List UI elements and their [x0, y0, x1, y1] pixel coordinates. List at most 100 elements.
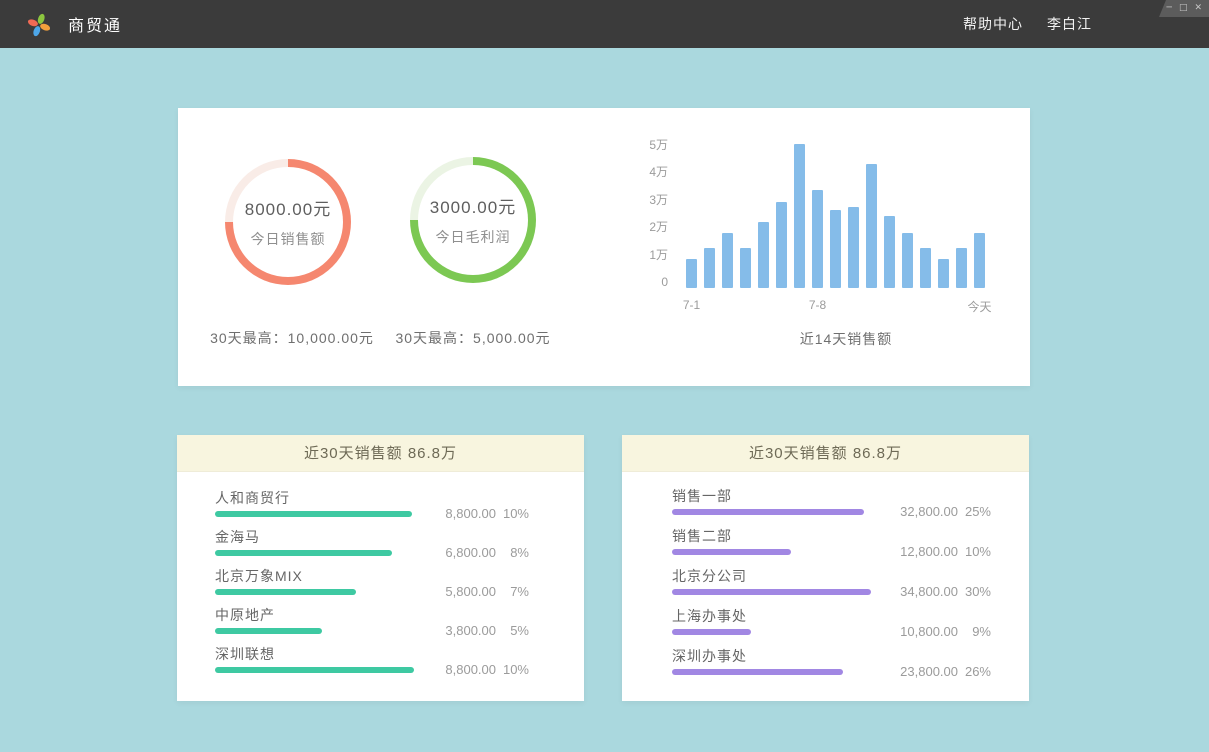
rank-item-bar [672, 629, 751, 635]
rank-item-bar [672, 669, 843, 675]
department-rank-card: 近30天销售额 86.8万 销售一部32,800.0025% 销售二部12,800… [622, 435, 1029, 701]
rank-item-bar [672, 549, 791, 555]
rank-row: 上海办事处10,800.009% [672, 607, 991, 635]
rank-item-values: 8,800.0010% [426, 662, 529, 677]
daily-sales-bar [902, 233, 913, 288]
rank-item-bar [672, 589, 871, 595]
department-rank-list: 销售一部32,800.0025% 销售二部12,800.0010% 北京分公司34,… [622, 472, 1029, 675]
rank-item-values: 3,800.005% [426, 623, 529, 638]
help-center-link[interactable]: 帮助中心 [963, 14, 1023, 34]
rank-item-bar [672, 509, 864, 515]
rank-row: 销售一部32,800.0025% [672, 487, 991, 515]
today-sales-gauge-center: 8000.00元 今日销售额 [233, 167, 343, 277]
titlebar-nav: 帮助中心 李白江 [963, 0, 1092, 48]
bar-series [686, 144, 986, 288]
rank-item-amount: 8,800.00 [426, 662, 496, 677]
rank-item-values: 23,800.0026% [888, 664, 991, 679]
daily-sales-bar [920, 248, 931, 288]
x-axis-tick-label: 7-1 [683, 298, 700, 312]
rank-row: 深圳联想8,800.0010% [215, 645, 529, 673]
daily-sales-bar [812, 190, 823, 288]
rank-item-values: 12,800.0010% [888, 544, 991, 559]
rank-item-bar [215, 667, 414, 673]
x-axis-tick-label: 7-8 [809, 298, 826, 312]
rank-item-bar [215, 628, 322, 634]
rank-item-amount: 34,800.00 [888, 584, 958, 599]
window-controls: ─ □ ✕ [1155, 0, 1209, 17]
rank-item-values: 32,800.0025% [888, 504, 991, 519]
user-name-menu[interactable]: 李白江 [1047, 14, 1092, 34]
rank-item-values: 34,800.0030% [888, 584, 991, 599]
today-profit-gauge-ring: 3000.00元 今日毛利润 [410, 157, 536, 283]
daily-sales-bar [776, 202, 787, 288]
today-sales-gauge-ring: 8000.00元 今日销售额 [225, 159, 351, 285]
daily-sales-bar [758, 222, 769, 288]
daily-sales-bar [794, 144, 805, 288]
rank-item-amount: 32,800.00 [888, 504, 958, 519]
daily-sales-bar [938, 259, 949, 288]
rank-item-amount: 3,800.00 [426, 623, 496, 638]
customer-rank-card: 近30天销售额 86.8万 人和商贸行8,800.0010% 金海马6,800.0… [177, 435, 584, 701]
rank-item-values: 8,800.0010% [426, 506, 529, 521]
app-logo-pinwheel-icon [26, 11, 52, 37]
rank-item-amount: 23,800.00 [888, 664, 958, 679]
brand: 商贸通 [26, 11, 122, 37]
y-axis-tick-label: 5万 [618, 137, 668, 153]
daily-sales-bar [956, 248, 967, 288]
today-profit-gauge-center: 3000.00元 今日毛利润 [418, 165, 528, 275]
y-axis-tick-label: 4万 [618, 164, 668, 180]
today-profit-label: 今日毛利润 [436, 227, 511, 247]
rank-row: 销售二部12,800.0010% [672, 527, 991, 555]
customer-rank-title: 近30天销售额 86.8万 [177, 435, 584, 472]
rank-row: 中原地产3,800.005% [215, 606, 529, 634]
rank-item-percent: 9% [958, 624, 991, 639]
rank-item-amount: 10,800.00 [888, 624, 958, 639]
rank-item-values: 5,800.007% [426, 584, 529, 599]
y-axis-tick-label: 0 [618, 274, 668, 290]
rank-row: 金海马6,800.008% [215, 528, 529, 556]
daily-sales-bar [830, 210, 841, 288]
department-rank-title: 近30天销售额 86.8万 [622, 435, 1029, 472]
today-profit-value: 3000.00元 [430, 193, 516, 218]
rank-row: 深圳办事处23,800.0026% [672, 647, 991, 675]
rank-item-percent: 7% [496, 584, 529, 599]
rank-row: 北京分公司34,800.0030% [672, 567, 991, 595]
y-axis-tick-label: 3万 [618, 192, 668, 208]
close-button[interactable]: ✕ [1194, 4, 1202, 13]
daily-sales-bar [722, 233, 733, 288]
today-sales-label: 今日销售额 [251, 229, 326, 249]
rank-item-percent: 26% [958, 664, 991, 679]
rank-item-percent: 10% [496, 506, 529, 521]
daily-sales-bar [686, 259, 697, 288]
rank-row: 人和商贸行8,800.0010% [215, 489, 529, 517]
daily-sales-bar [974, 233, 985, 288]
overview-card: 8000.00元 今日销售额 30天最高：10,000.00元 3000.00元… [178, 108, 1030, 386]
rank-item-amount: 8,800.00 [426, 506, 496, 521]
x-axis-tick-label: 今天 [967, 298, 991, 315]
app-title: 商贸通 [68, 12, 122, 36]
profit-30d-high-note: 30天最高：5,000.00元 [395, 328, 550, 348]
rank-item-bar [215, 511, 412, 517]
minimize-button[interactable]: ─ [1167, 4, 1172, 13]
daily-sales-bar [740, 248, 751, 288]
rank-item-values: 6,800.008% [426, 545, 529, 560]
daily-sales-bar [848, 207, 859, 288]
maximize-button[interactable]: □ [1179, 4, 1188, 13]
rank-item-percent: 10% [958, 544, 991, 559]
rank-item-percent: 5% [496, 623, 529, 638]
titlebar: 商贸通 帮助中心 李白江 ─ □ ✕ [0, 0, 1209, 48]
daily-sales-bar [704, 248, 715, 288]
daily-sales-bar [884, 216, 895, 288]
rank-item-percent: 10% [496, 662, 529, 677]
customer-rank-list: 人和商贸行8,800.0010% 金海马6,800.008% 北京万象MIX5,80… [177, 472, 584, 673]
rank-row: 北京万象MIX5,800.007% [215, 567, 529, 595]
y-axis-tick-label: 2万 [618, 219, 668, 235]
rank-item-percent: 8% [496, 545, 529, 560]
rank-item-percent: 25% [958, 504, 991, 519]
today-sales-value: 8000.00元 [245, 195, 331, 220]
bar-chart-caption: 近14天销售额 [800, 329, 893, 349]
rank-item-amount: 12,800.00 [888, 544, 958, 559]
sales-30d-high-note: 30天最高：10,000.00元 [210, 328, 374, 348]
daily-sales-bar [866, 164, 877, 288]
rank-item-percent: 30% [958, 584, 991, 599]
